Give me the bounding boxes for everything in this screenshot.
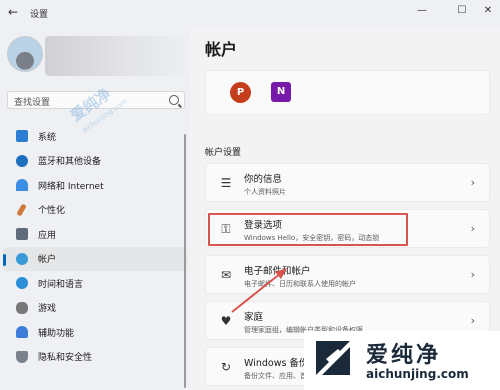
sidebar-item-label: 个性化 — [38, 206, 66, 217]
sidebar-item-label: 时间和语言 — [38, 279, 84, 290]
section-title: 帐户设置 — [205, 148, 242, 158]
card-subtitle: 电子邮件、日历和联系人使用的帐户 — [244, 280, 356, 288]
person-info-icon: ☰ — [220, 176, 232, 190]
heart-icon: ♥ — [220, 314, 232, 328]
profile-info-blurred[interactable] — [45, 36, 185, 76]
watermark-logo-icon — [316, 341, 350, 375]
maximize-button[interactable]: ☐ — [452, 4, 472, 18]
sidebar-item-personalization[interactable]: 个性化 — [3, 198, 187, 223]
globe-icon — [16, 277, 28, 290]
mail-icon: ✉ — [220, 268, 232, 282]
accessibility-icon — [16, 326, 28, 339]
onenote-icon[interactable]: N — [271, 82, 291, 102]
shield-icon — [16, 350, 28, 363]
sidebar-item-time-language[interactable]: 时间和语言 — [3, 271, 187, 296]
sidebar-nav: 系统 蓝牙和其他设备 网络和 Internet 个性化 应用 帐户 时间和语言 — [0, 124, 190, 369]
back-arrow-icon[interactable]: ← — [8, 5, 22, 19]
sidebar-item-label: 蓝牙和其他设备 — [38, 157, 102, 168]
game-icon — [16, 301, 28, 314]
title-bar: ← 设置 — ☐ ✕ — [0, 0, 500, 28]
window-title: 设置 — [30, 10, 49, 20]
chevron-right-icon: › — [470, 176, 475, 189]
sidebar-item-label: 辅助功能 — [38, 328, 75, 339]
apps-icon — [16, 228, 28, 241]
search-placeholder: 查找设置 — [14, 98, 51, 108]
sidebar-item-label: 游戏 — [38, 304, 57, 315]
sidebar-item-gaming[interactable]: 游戏 — [3, 296, 187, 321]
apps-card: P N — [205, 70, 490, 115]
card-title: 家庭 — [244, 312, 264, 323]
sidebar-item-label: 帐户 — [38, 255, 57, 266]
bluetooth-icon — [16, 154, 28, 167]
card-title: 电子邮件和帐户 — [244, 266, 311, 277]
minimize-button[interactable]: — — [412, 4, 432, 18]
sidebar-scrollbar[interactable] — [184, 134, 186, 388]
sidebar-item-bluetooth[interactable]: 蓝牙和其他设备 — [3, 149, 187, 174]
chevron-right-icon: › — [470, 314, 475, 327]
card-title: 你的信息 — [244, 174, 283, 185]
avatar[interactable] — [7, 36, 43, 72]
sidebar-item-privacy[interactable]: 隐私和安全性 — [3, 345, 187, 370]
sidebar-item-apps[interactable]: 应用 — [3, 222, 187, 247]
account-icon — [16, 252, 28, 265]
watermark-banner: 爱纯净 aichunjing.com — [304, 331, 500, 390]
sidebar-item-label: 应用 — [38, 230, 57, 241]
your-info-card[interactable]: ☰ 你的信息 个人资料照片 › — [205, 163, 490, 202]
sidebar-item-accessibility[interactable]: 辅助功能 — [3, 320, 187, 345]
highlight-box — [208, 213, 408, 246]
sidebar-item-label: 隐私和安全性 — [38, 353, 93, 364]
watermark-overlay: 爱纯净 aichunjing.com — [62, 80, 142, 140]
email-accounts-card[interactable]: ✉ 电子邮件和帐户 电子邮件、日历和联系人使用的帐户 › — [205, 255, 490, 294]
system-icon — [16, 130, 28, 143]
card-title: Windows 备份 — [244, 358, 309, 369]
page-title: 帐户 — [205, 40, 238, 59]
sidebar-item-accounts[interactable]: 帐户 — [3, 246, 187, 271]
watermark-url: aichunjing.com — [366, 367, 469, 381]
sidebar-item-label: 系统 — [38, 132, 57, 143]
sidebar-item-network[interactable]: 网络和 Internet — [3, 173, 187, 198]
wifi-icon — [16, 179, 28, 192]
backup-icon: ↻ — [220, 360, 232, 374]
search-icon[interactable] — [169, 95, 179, 105]
close-button[interactable]: ✕ — [478, 4, 498, 18]
chevron-right-icon: › — [470, 222, 475, 235]
chevron-right-icon: › — [470, 268, 475, 281]
card-subtitle: 个人资料照片 — [244, 188, 286, 196]
watermark-brand: 爱纯净 — [366, 343, 442, 368]
sidebar-item-label: 网络和 Internet — [38, 181, 104, 192]
powerpoint-icon[interactable]: P — [230, 82, 251, 103]
brush-icon — [16, 203, 27, 217]
